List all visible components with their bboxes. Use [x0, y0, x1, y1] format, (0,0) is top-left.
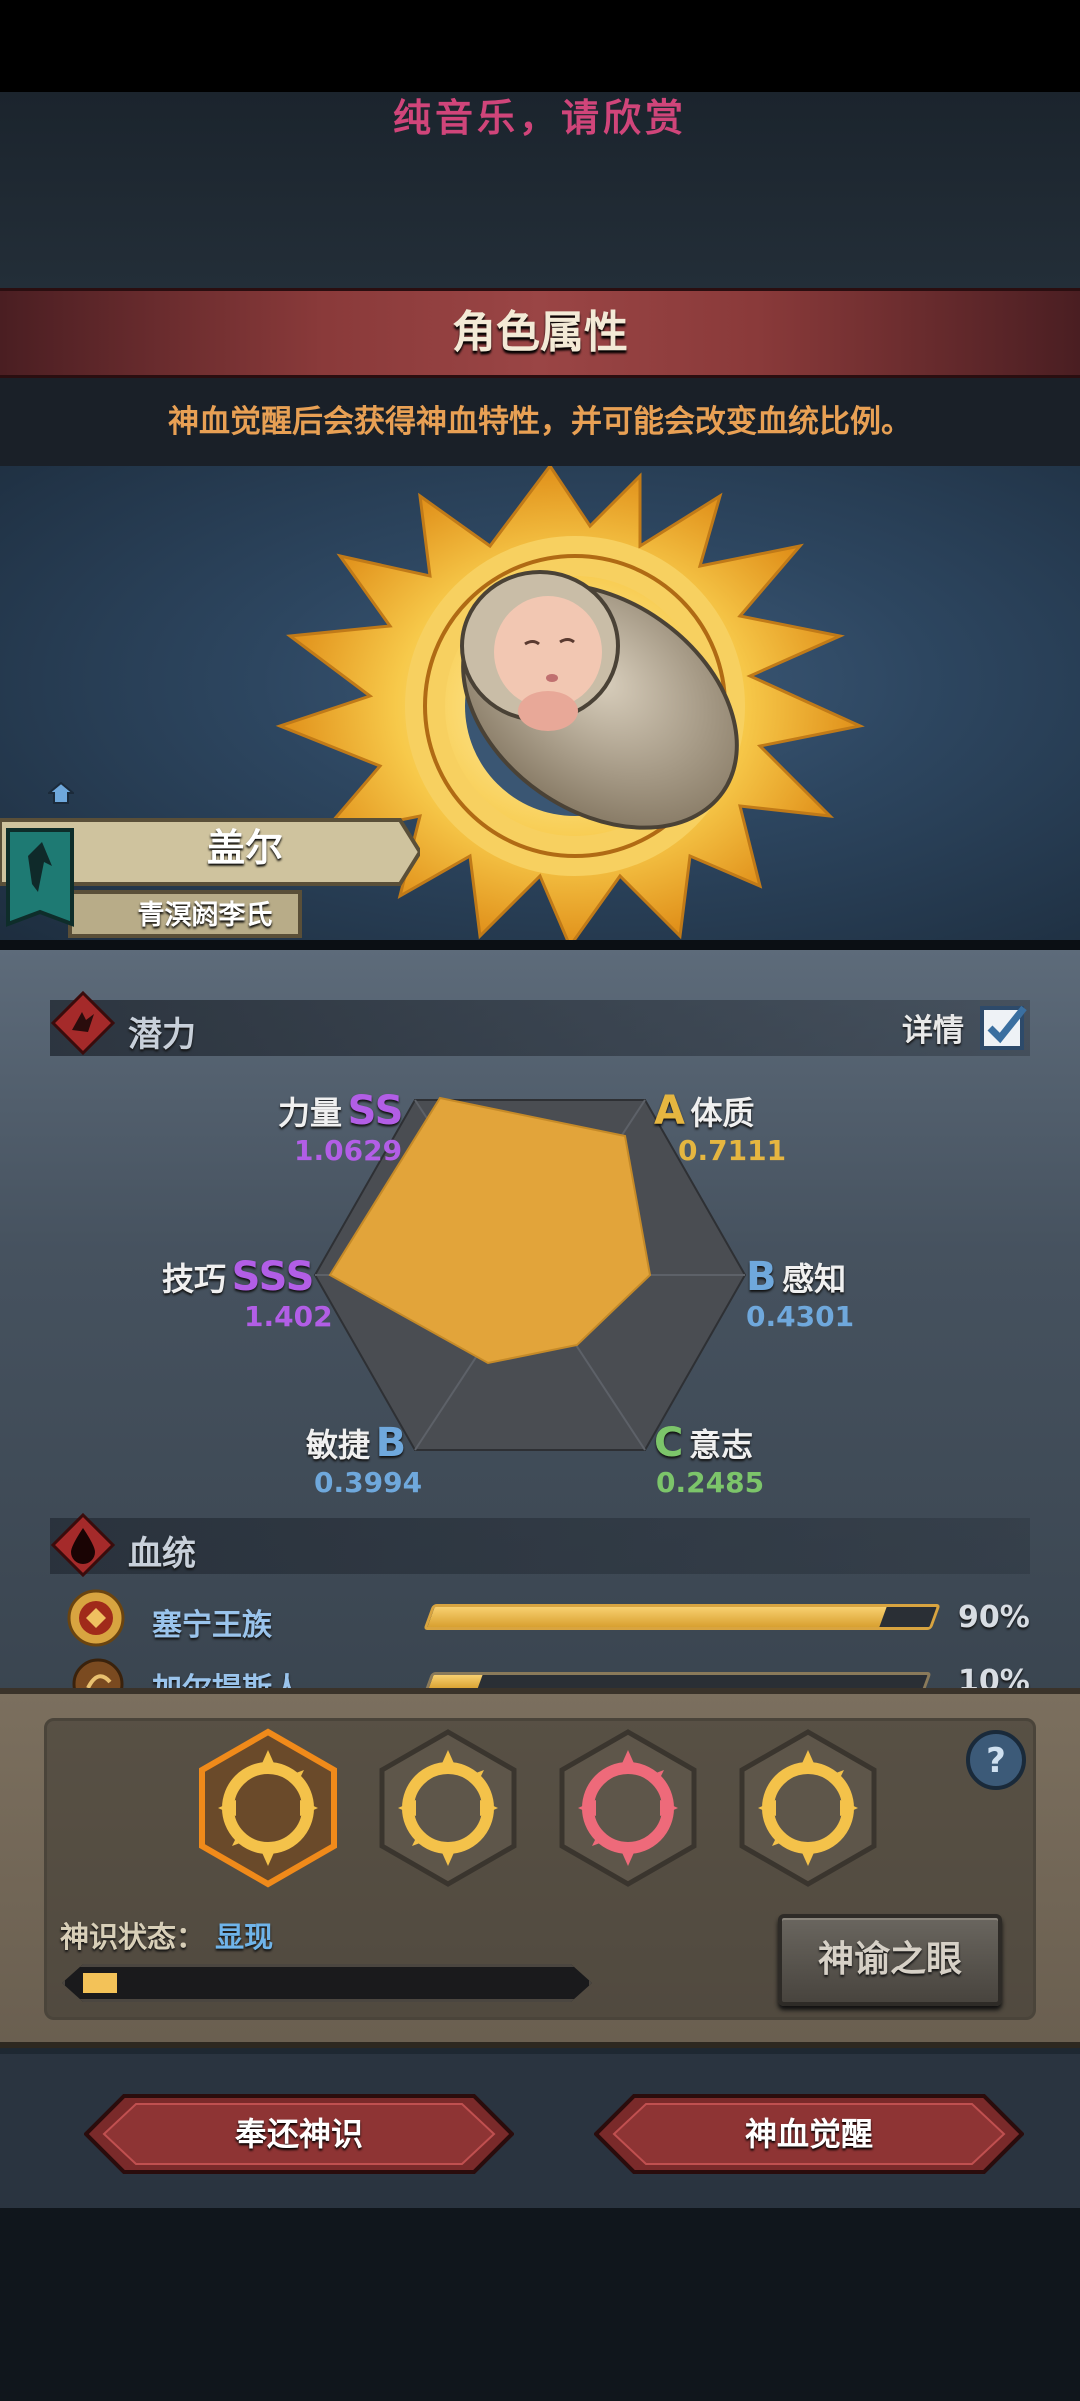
stat-constitution-name: 体质 [690, 1094, 755, 1132]
awaken-progress-bar [62, 1964, 592, 2002]
awaken-state-value: 显现 [215, 1920, 274, 1954]
stat-perception-name: 感知 [782, 1260, 847, 1298]
stat-will-value: 0.2485 [656, 1466, 765, 1499]
stat-skill-name: 技巧 [162, 1260, 227, 1298]
stat-strength-value: 1.0629 [294, 1134, 403, 1167]
potential-header [50, 1000, 1030, 1056]
blood-awakening-label[interactable]: 神血觉醒 [594, 2094, 1024, 2174]
stat-agility-value: 0.3994 [314, 1466, 423, 1499]
stat-will-name: 意志 [688, 1426, 753, 1464]
red-sun-ring-slot[interactable] [556, 1728, 700, 1888]
stat-agility-name: 敏捷 [306, 1426, 371, 1464]
stat-constitution-value: 0.7111 [678, 1134, 787, 1167]
stat-will: C 意志 [654, 1420, 753, 1466]
blood-drop-icon [50, 1512, 116, 1578]
potential-label: 潜力 [128, 1015, 196, 1055]
stat-strength-name: 力量 [278, 1094, 343, 1132]
sun-ring-slot[interactable] [736, 1728, 880, 1888]
awaken-progress-fill [83, 1973, 117, 1993]
clan-name: 青溟阏李氏 [137, 900, 273, 931]
svg-text:?: ? [986, 1741, 1006, 1781]
footer [0, 2208, 1080, 2401]
detail-label: 详情 [902, 1013, 964, 1049]
oracle-eye-label[interactable]: 神谕之眼 [778, 1914, 1002, 2006]
stat-skill-grade: SSS [231, 1254, 315, 1300]
bloodline-percent: 90% [958, 1600, 1030, 1635]
bloodline-header [50, 1518, 1030, 1574]
character-name: 盖尔 [206, 826, 283, 870]
stat-perception: B 感知 [746, 1254, 846, 1300]
stat-constitution-grade: A [654, 1088, 685, 1134]
sun-ring-slot[interactable] [376, 1728, 520, 1888]
stat-strength: 力量 SS [278, 1088, 403, 1134]
bloodline-label: 血统 [128, 1534, 196, 1574]
detail-checkbox[interactable] [978, 1000, 1032, 1054]
stat-strength-grade: SS [347, 1088, 404, 1134]
awaken-state: 神识状态： 显现 [60, 1914, 273, 1956]
royal-crest-icon [67, 1589, 125, 1647]
bloodline-bar-fill [427, 1607, 887, 1627]
help-icon[interactable]: ? [964, 1728, 1028, 1792]
stat-skill-value: 1.402 [244, 1300, 333, 1333]
stat-perception-grade: B [746, 1254, 777, 1300]
stat-agility-grade: B [375, 1420, 407, 1466]
level-up-icon [48, 782, 74, 804]
page-title: 角色属性 [452, 307, 628, 358]
music-notice: 纯音乐，请欣赏 [392, 95, 687, 140]
return-divine-sense-label[interactable]: 奉还神识 [84, 2094, 514, 2174]
hero-divider [0, 940, 1080, 950]
bloodline-bar [423, 1604, 941, 1630]
bloodline-name: 塞宁王族 [152, 1608, 272, 1643]
bloodline-bar-fill [428, 1675, 483, 1689]
stat-skill: 技巧 SSS [162, 1254, 314, 1300]
stat-constitution: A 体质 [654, 1088, 755, 1134]
stat-perception-value: 0.4301 [746, 1300, 855, 1333]
page-subtitle: 神血觉醒后会获得神血特性，并可能会改变血统比例。 [168, 404, 912, 440]
sun-ring-slot-selected[interactable] [196, 1728, 340, 1888]
stat-will-grade: C [654, 1420, 684, 1466]
potential-icon [50, 990, 116, 1056]
stat-agility: 敏捷 B [306, 1420, 406, 1466]
status-bar-area [0, 0, 1080, 92]
awaken-state-label: 神识状态： [60, 1920, 206, 1954]
